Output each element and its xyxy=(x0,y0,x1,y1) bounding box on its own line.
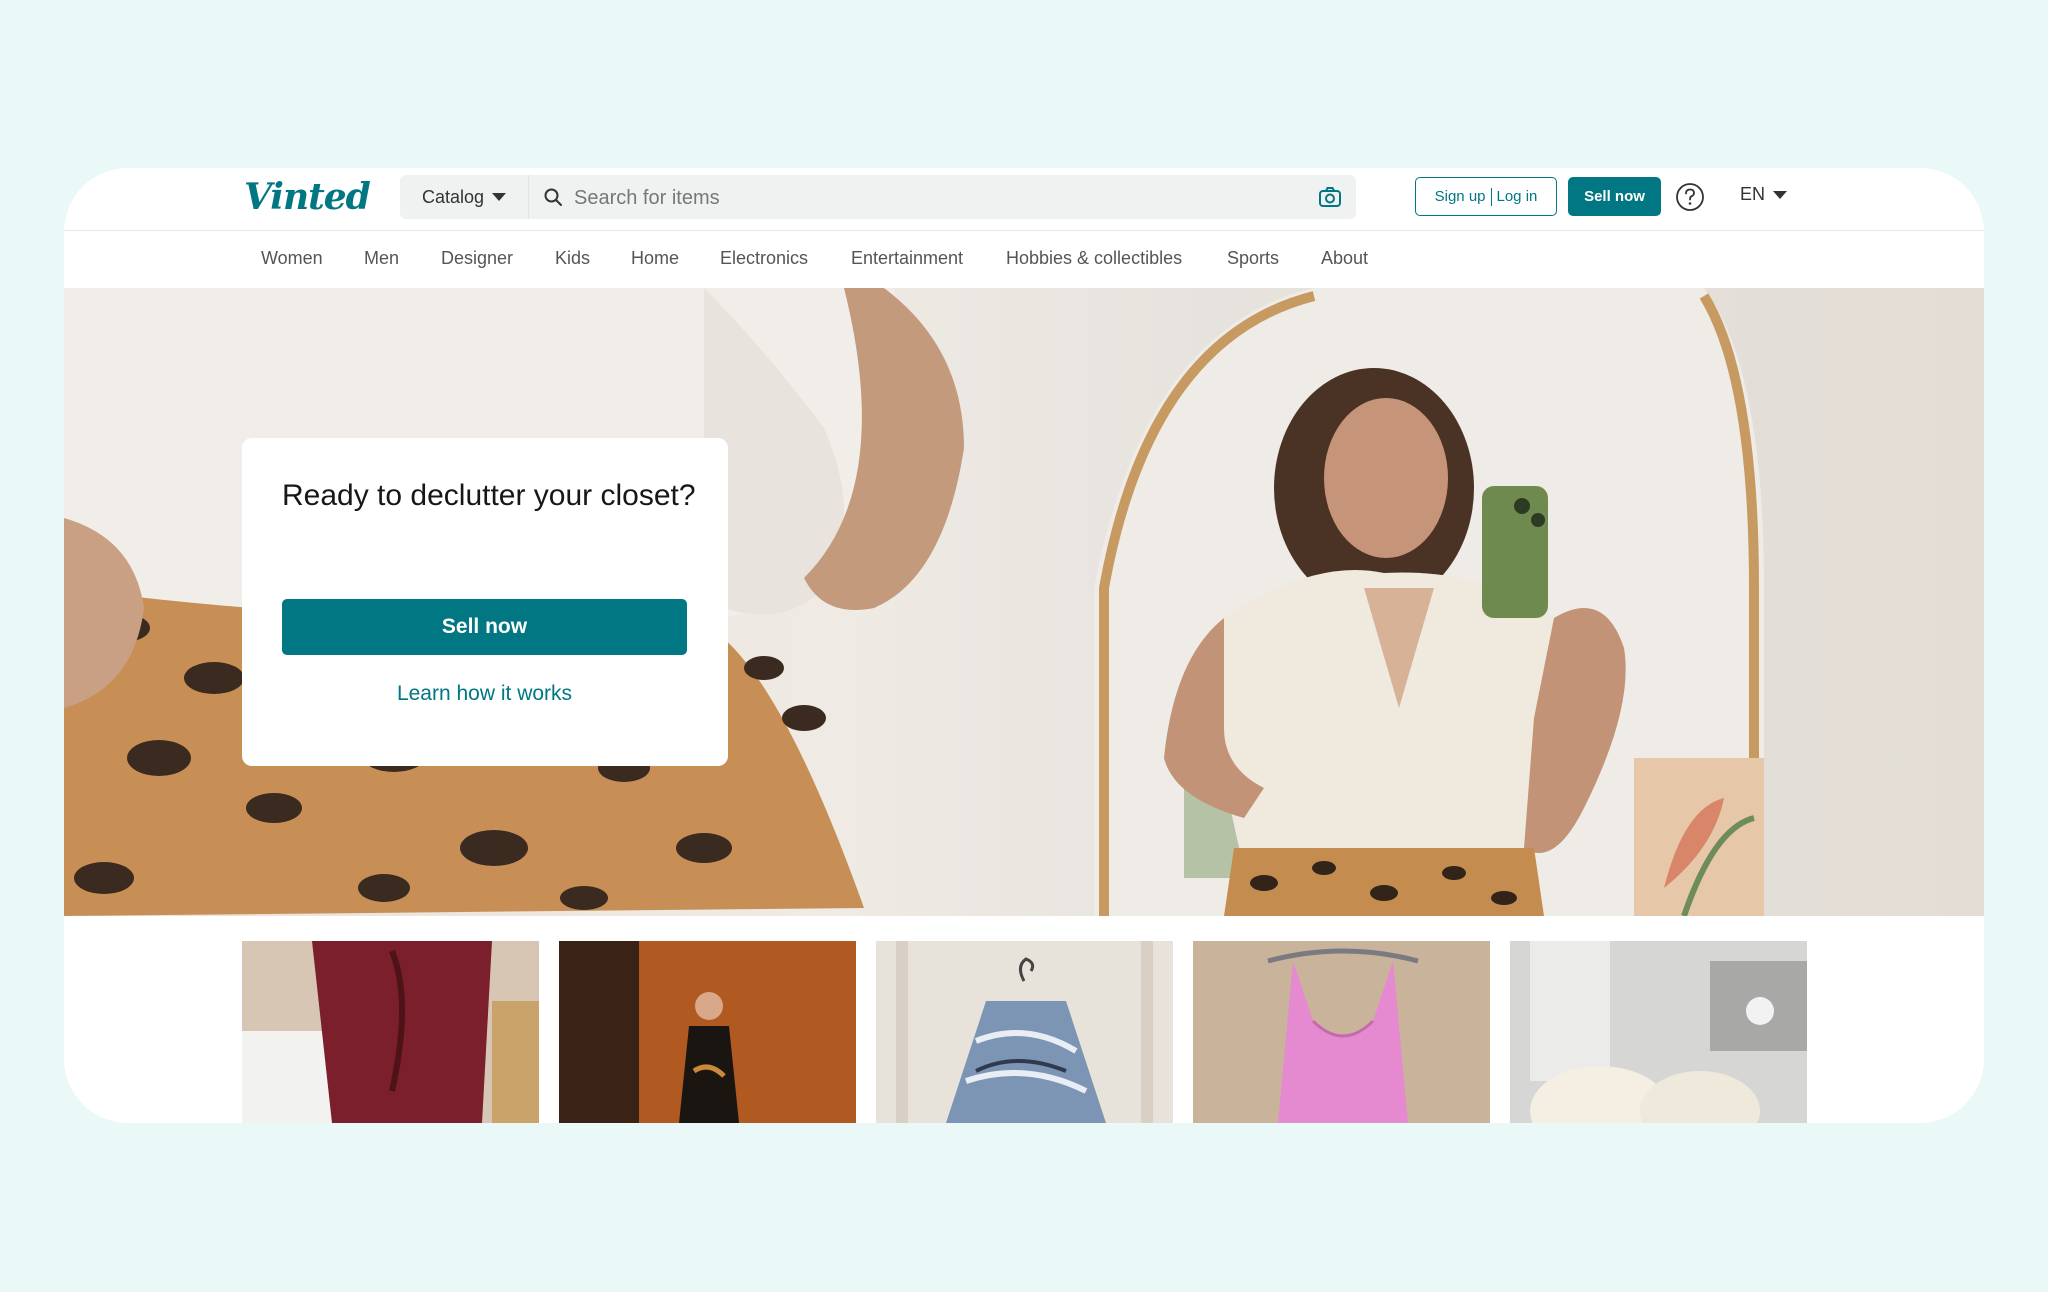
item-image xyxy=(1193,941,1490,1123)
sell-now-button[interactable]: Sell now xyxy=(1568,177,1661,216)
hero-banner: Ready to declutter your closet? Sell now… xyxy=(64,288,1984,916)
catalog-label: Catalog xyxy=(421,186,485,207)
chevron-down-icon xyxy=(1773,190,1788,199)
item-image xyxy=(1510,941,1807,1123)
nav-item-about[interactable]: About xyxy=(1321,248,1368,269)
language-selector[interactable]: EN xyxy=(1740,184,1788,205)
item-card-black-dress[interactable] xyxy=(559,941,856,1123)
top-header: Vinted Catalog Sign up Log in Sell now xyxy=(64,168,1984,231)
browser-window: Vinted Catalog Sign up Log in Sell now xyxy=(64,168,1984,1123)
learn-how-it-works-link[interactable]: Learn how it works xyxy=(282,682,687,706)
divider xyxy=(1490,187,1492,206)
nav-item-home[interactable]: Home xyxy=(631,248,679,269)
login-label: Log in xyxy=(1496,188,1538,205)
item-card-pink-dress[interactable] xyxy=(1193,941,1490,1123)
item-thumbnails xyxy=(242,941,1810,1123)
nav-item-hobbies[interactable]: Hobbies & collectibles xyxy=(1006,248,1182,269)
nav-item-electronics[interactable]: Electronics xyxy=(720,248,808,269)
item-image xyxy=(559,941,856,1123)
hero-card: Ready to declutter your closet? Sell now… xyxy=(242,438,728,766)
nav-item-men[interactable]: Men xyxy=(364,248,399,269)
nav-item-sports[interactable]: Sports xyxy=(1227,248,1279,269)
nav-item-entertainment[interactable]: Entertainment xyxy=(851,248,963,269)
camera-icon[interactable] xyxy=(1318,185,1342,209)
language-label: EN xyxy=(1740,184,1766,204)
signup-login-button[interactable]: Sign up Log in xyxy=(1415,177,1557,216)
search-bar: Catalog xyxy=(400,175,1356,221)
catalog-dropdown[interactable]: Catalog xyxy=(400,175,529,219)
signup-label: Sign up xyxy=(1434,188,1486,205)
item-card-burgundy-boots[interactable] xyxy=(242,941,539,1123)
item-card-printed-blouse[interactable] xyxy=(876,941,1173,1123)
hero-title: Ready to declutter your closet? xyxy=(282,479,696,512)
search-input[interactable] xyxy=(572,175,1316,221)
hero-sell-now-button[interactable]: Sell now xyxy=(282,599,687,655)
item-image xyxy=(876,941,1173,1123)
item-card-white-fluffy-item[interactable] xyxy=(1510,941,1807,1123)
chevron-down-icon xyxy=(492,193,507,201)
help-icon[interactable] xyxy=(1675,182,1705,212)
category-nav: Women Men Designer Kids Home Electronics… xyxy=(64,231,1984,287)
nav-item-kids[interactable]: Kids xyxy=(555,248,590,269)
item-image xyxy=(242,941,539,1123)
nav-item-designer[interactable]: Designer xyxy=(441,248,513,269)
search-icon xyxy=(544,188,562,206)
vinted-logo[interactable]: Vinted xyxy=(244,176,371,218)
nav-item-women[interactable]: Women xyxy=(261,248,323,269)
